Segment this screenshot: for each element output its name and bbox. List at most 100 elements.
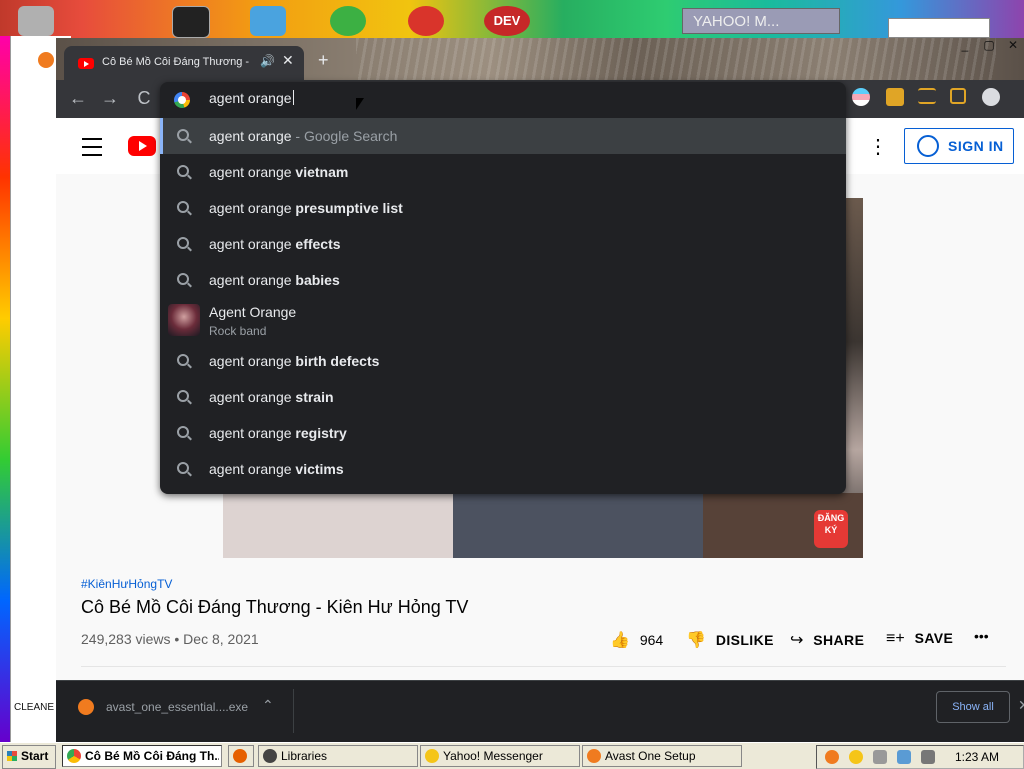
start-button[interactable]: Start xyxy=(2,745,56,769)
divider xyxy=(81,666,1006,667)
google-icon xyxy=(174,92,190,108)
entity-name: Agent Orange xyxy=(209,304,297,320)
chevron-up-icon[interactable]: ⌃ xyxy=(262,697,274,714)
side-panel-icon[interactable] xyxy=(950,88,966,104)
red-circle-app-icon[interactable] xyxy=(408,6,444,36)
account-circle-icon xyxy=(917,135,939,157)
avast-icon xyxy=(587,749,601,763)
minimize-button[interactable]: _ xyxy=(954,38,976,52)
tab-title: Cô Bé Mồ Côi Đáng Thương - K xyxy=(102,56,252,68)
suggestion-item[interactable]: agent orange victims xyxy=(160,451,846,487)
close-download-shelf-icon[interactable]: ✕ xyxy=(1018,697,1024,714)
new-tab-button[interactable]: + xyxy=(318,50,329,71)
show-all-downloads-button[interactable]: Show all xyxy=(936,691,1010,723)
selection-indicator xyxy=(160,118,163,154)
folder-app-icon[interactable] xyxy=(250,6,286,36)
close-window-button[interactable]: ✕ xyxy=(1002,38,1024,52)
suggestion-text: agent orange registry xyxy=(209,425,347,441)
taskbar-item-libraries[interactable]: Libraries xyxy=(258,745,418,767)
suggestion-item[interactable]: agent orange strain xyxy=(160,379,846,415)
tray-messenger-icon[interactable] xyxy=(849,750,863,764)
taskbar-item-label: Yahoo! Messenger xyxy=(443,749,543,763)
volume-icon[interactable] xyxy=(921,750,935,764)
frog-app-icon[interactable] xyxy=(330,6,366,36)
more-actions-button[interactable]: ••• xyxy=(974,628,989,644)
playlist-add-icon: ≡+ xyxy=(886,630,905,647)
youtube-logo-icon[interactable] xyxy=(128,136,156,156)
browser-tab[interactable]: Cô Bé Mồ Côi Đáng Thương - K 🔊 ✕ xyxy=(64,46,304,80)
thumb-up-icon: 👍 xyxy=(610,632,630,649)
taskbar: Start Cô Bé Mồ Côi Đáng Th... Libraries … xyxy=(0,742,1024,769)
video-title: Cô Bé Mồ Côi Đáng Thương - Kiên Hư Hỏng … xyxy=(81,597,469,617)
tray-search-icon[interactable] xyxy=(825,750,839,764)
chrome-icon xyxy=(67,749,81,763)
reload-button[interactable]: C xyxy=(132,86,156,110)
extension-flag-icon[interactable] xyxy=(852,88,870,106)
like-count: 964 xyxy=(639,632,664,648)
desktop-blank-window[interactable] xyxy=(888,18,990,38)
search-icon xyxy=(177,354,189,366)
audio-playing-icon[interactable]: 🔊 xyxy=(260,54,275,68)
theme-artwork xyxy=(356,38,996,80)
dislike-label: DISLIKE xyxy=(715,632,774,648)
omnibox-input-row[interactable]: agent orange xyxy=(160,82,846,118)
suggestion-item[interactable]: agent orange effects xyxy=(160,226,846,262)
maximize-button[interactable]: ▢ xyxy=(978,38,1000,52)
tray-app-icon[interactable] xyxy=(873,750,887,764)
back-button[interactable]: ← xyxy=(66,86,90,110)
suggestion-item[interactable]: agent orange presumptive list xyxy=(160,190,846,226)
avast-logo-icon xyxy=(38,52,54,68)
suggestion-text: agent orange vietnam xyxy=(209,164,349,180)
suggestion-text: agent orange presumptive list xyxy=(209,200,403,216)
share-label: SHARE xyxy=(813,632,865,648)
download-shelf: avast_one_essential....exe ⌃ Show all ✕ xyxy=(56,680,1024,743)
video-frame-region xyxy=(453,493,703,558)
suggestion-text: agent orange effects xyxy=(209,236,341,252)
dev-badge-label: DEV xyxy=(493,13,521,28)
desktop-shortcut-icon[interactable] xyxy=(18,6,54,36)
clock[interactable]: 1:23 AM xyxy=(955,750,999,764)
media-queue-icon[interactable] xyxy=(918,88,936,104)
share-button[interactable]: ↪ SHARE xyxy=(790,630,864,650)
taskbar-item-chrome[interactable]: Cô Bé Mồ Côi Đáng Th... xyxy=(62,745,222,767)
search-icon xyxy=(177,165,189,177)
subscribe-watermark: ĐĂNG KÝ xyxy=(814,510,848,548)
search-icon xyxy=(177,129,189,141)
taskbar-item-yahoo[interactable]: Yahoo! Messenger xyxy=(420,745,580,767)
sign-in-button[interactable]: SIGN IN xyxy=(904,128,1014,164)
suggestion-text: agent orange - Google Search xyxy=(209,128,398,144)
start-label: Start xyxy=(21,749,49,763)
more-options-icon[interactable]: ⋮ xyxy=(868,134,888,159)
menu-hamburger-icon[interactable] xyxy=(82,138,102,156)
youtube-favicon-icon xyxy=(78,58,94,69)
download-filename[interactable]: avast_one_essential....exe xyxy=(106,700,248,714)
suggestion-item[interactable]: agent orange registry xyxy=(160,415,846,451)
profile-avatar-icon[interactable] xyxy=(982,88,1000,106)
save-button[interactable]: ≡+ SAVE xyxy=(886,630,953,648)
dislike-button[interactable]: 👎 DISLIKE xyxy=(686,630,774,650)
entity-subtitle: Rock band xyxy=(209,324,267,338)
suggestion-item[interactable]: agent orange vietnam xyxy=(160,154,846,190)
system-tray: 1:23 AM xyxy=(816,745,1024,769)
yahoo-window-title[interactable]: YAHOO! M... xyxy=(682,8,840,34)
network-icon[interactable] xyxy=(897,750,911,764)
forward-button[interactable]: → xyxy=(98,86,122,110)
dev-app-icon[interactable]: DEV xyxy=(484,6,530,36)
share-arrow-icon: ↪ xyxy=(790,632,804,649)
yahoo-messenger-icon xyxy=(425,749,439,763)
video-meta: 249,283 views • Dec 8, 2021 xyxy=(81,631,259,647)
suggestion-item[interactable]: agent orange - Google Search xyxy=(160,118,846,154)
like-button[interactable]: 👍 964 xyxy=(610,630,663,650)
taskbar-item-avast[interactable]: Avast One Setup xyxy=(582,745,742,767)
suggestion-text: agent orange babies xyxy=(209,272,340,288)
video-hashtag-link[interactable]: #KiênHưHỏngTV xyxy=(81,577,172,591)
suggestion-item[interactable]: agent orange babies xyxy=(160,262,846,298)
taskbar-item-firefox[interactable] xyxy=(228,745,254,767)
suggestion-item[interactable]: agent orange birth defects xyxy=(160,343,846,379)
address-bar-input[interactable]: agent orange xyxy=(209,90,294,106)
console-app-icon[interactable] xyxy=(172,6,210,38)
tab-close-icon[interactable]: ✕ xyxy=(282,52,294,69)
divider xyxy=(293,689,294,733)
address-bar-text: agent orange xyxy=(209,90,292,106)
extensions-puzzle-icon[interactable] xyxy=(886,88,904,106)
